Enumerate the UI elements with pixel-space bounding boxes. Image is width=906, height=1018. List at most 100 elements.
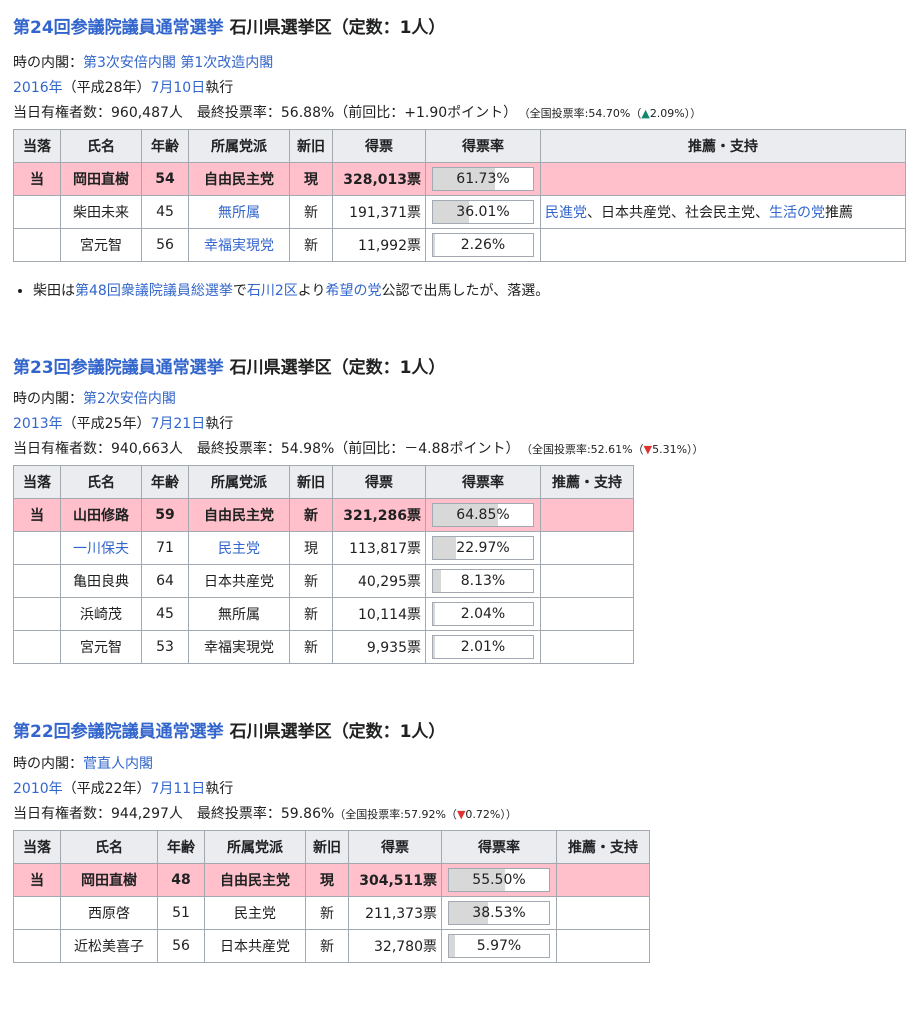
down-arrow-icon: ▼ [643,443,653,456]
year-link[interactable]: 2016年 [13,80,63,96]
name-cell: 岡田直樹 [60,863,158,897]
reshuffle-link[interactable]: 第1次改造内閣 [180,55,273,71]
support-link-seikatsu[interactable]: 生活の党 [769,205,825,221]
status-cell: 新 [305,896,349,930]
table-row: 亀田良典 64 日本共産党 新 40,295票 8.13% [13,564,634,598]
votes-cell: 40,295票 [332,564,426,598]
col-votes: 得票 [332,465,426,499]
cabinet-link[interactable]: 菅直人内閣 [83,756,153,772]
col-age: 年齢 [141,465,189,499]
name-cell: 西原啓 [60,896,158,930]
note-item: 柴田は第48回衆議院議員総選挙で石川2区より希望の党公認で出馬したが、落選。 [33,280,906,302]
note-link-party[interactable]: 希望の党 [325,283,381,299]
results-table: 当落 氏名 年齢 所属党派 新旧 得票 得票率 推薦・支持 当 岡田直樹 48 … [13,830,650,963]
rate-bar: 64.85% [432,503,534,527]
rate-cell: 2.01% [425,630,541,664]
rate-text: 64.85% [456,507,510,523]
col-rate: 得票率 [441,830,557,864]
section-24th-election: 第24回参議院議員通常選挙 石川県選挙区（定数：1人） 時の内閣：第3次安倍内閣… [13,0,906,302]
support-cell [556,896,650,930]
result-cell [13,630,61,664]
result-cell [13,929,61,963]
national-turnout: （全国投票率:57.92%（▼0.72%）） [334,808,517,821]
note-text: より [297,283,326,299]
col-party: 所属党派 [204,830,306,864]
col-result: 当落 [13,465,61,499]
support-cell [540,531,634,565]
section-22nd-election: 第22回参議院議員通常選挙 石川県選挙区（定数：1人） 時の内閣：菅直人内閣 2… [13,664,906,963]
party-cell: 無所属 [188,597,290,631]
col-rate: 得票率 [425,465,541,499]
date-link[interactable]: 7月21日 [150,416,205,432]
date-line: 2010年（平成22年）7月11日執行 [13,777,906,802]
section-23rd-election: 第23回参議院議員通常選挙 石川県選挙区（定数：1人） 時の内閣：第2次安倍内閣… [13,302,906,664]
election-title-link[interactable]: 第23回参議院議員通常選挙 [13,358,224,378]
party-cell: 自由民主党 [188,162,290,196]
name-cell: 宮元智 [60,228,142,262]
table-row: 宮元智 56 幸福実現党 新 11,992票 2.26% [13,228,906,262]
party-link[interactable]: 民主党 [218,541,260,557]
cabinet-label: 時の内閣： [13,756,83,772]
party-cell: 民主党 [204,896,306,930]
candidate-link[interactable]: 一川保夫 [73,541,129,557]
date-link[interactable]: 7月10日 [150,80,205,96]
national-text: （全国投票率:52.61%（ [526,443,644,456]
cabinet-link[interactable]: 第3次安倍内閣 [83,55,176,71]
rate-bar: 61.73% [432,167,534,191]
era-text: （平成22年） [62,781,151,797]
table-row: 当 岡田直樹 54 自由民主党 現 328,013票 61.73% [13,162,906,196]
table-row: 当 山田修路 59 自由民主党 新 321,286票 64.85% [13,498,634,532]
col-votes: 得票 [332,129,426,163]
status-cell: 現 [289,162,333,196]
national-turnout: （全国投票率:54.70%（▲2.09%）） [524,107,701,120]
name-cell: 浜崎茂 [60,597,142,631]
result-cell: 当 [13,498,61,532]
name-cell: 岡田直樹 [60,162,142,196]
national-turnout: （全国投票率:52.61%（▼5.31%）） [526,443,703,456]
party-cell: 日本共産党 [188,564,290,598]
district-title: 石川県選挙区（定数：1人） [223,18,446,38]
votes-cell: 321,286票 [332,498,426,532]
year-link[interactable]: 2013年 [13,416,63,432]
party-link[interactable]: 無所属 [218,205,260,221]
era-text: （平成25年） [62,416,151,432]
year-link[interactable]: 2010年 [13,781,63,797]
rate-bar: 36.01% [432,200,534,224]
election-title-link[interactable]: 第24回参議院議員通常選挙 [13,18,224,38]
result-cell [13,597,61,631]
rate-cell: 64.85% [425,498,541,532]
party-link[interactable]: 幸福実現党 [204,238,274,254]
table-row: 当 岡田直樹 48 自由民主党 現 304,511票 55.50% [13,863,650,897]
age-cell: 45 [141,195,189,229]
party-cell: 幸福実現党 [188,228,290,262]
date-link[interactable]: 7月11日 [150,781,205,797]
col-age: 年齢 [157,830,205,864]
note-link-election[interactable]: 第48回衆議院議員総選挙 [75,283,233,299]
election-title-link[interactable]: 第22回参議院議員通常選挙 [13,722,224,742]
status-cell: 新 [289,630,333,664]
votes-cell: 10,114票 [332,597,426,631]
meta-block: 時の内閣：第2次安倍内閣 2013年（平成25年）7月21日執行 当日有権者数：… [13,387,906,462]
note-link-district[interactable]: 石川2区 [247,283,298,299]
table-row: 近松美喜子 56 日本共産党 新 32,780票 5.97% [13,929,650,963]
header-row: 当落 氏名 年齢 所属党派 新旧 得票 得票率 推薦・支持 [13,830,650,864]
votes-cell: 11,992票 [332,228,426,262]
name-cell: 一川保夫 [60,531,142,565]
rate-text: 61.73% [456,171,510,187]
status-cell: 新 [289,228,333,262]
rate-cell: 2.04% [425,597,541,631]
support-cell [540,564,634,598]
status-cell: 現 [305,863,349,897]
col-rate: 得票率 [425,129,541,163]
age-cell: 64 [141,564,189,598]
date-line: 2013年（平成25年）7月21日執行 [13,412,906,437]
date-line: 2016年（平成28年）7月10日執行 [13,76,906,101]
cabinet-label: 時の内閣： [13,391,83,407]
status-cell: 新 [289,195,333,229]
rate-cell: 5.97% [441,929,557,963]
table-row: 宮元智 53 幸福実現党 新 9,935票 2.01% [13,630,634,664]
cabinet-link[interactable]: 第2次安倍内閣 [83,391,176,407]
district-title: 石川県選挙区（定数：1人） [223,358,446,378]
col-name: 氏名 [60,129,142,163]
support-link-minshin[interactable]: 民進党 [545,205,587,221]
